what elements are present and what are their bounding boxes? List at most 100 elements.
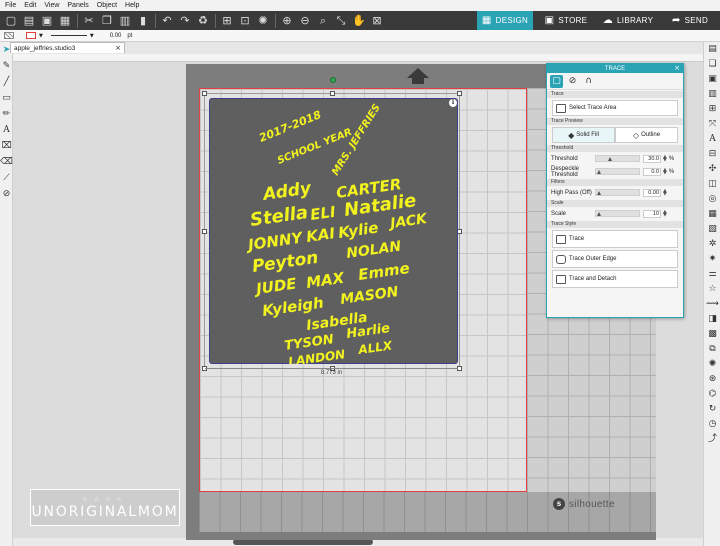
knife-panel-icon[interactable]: ⚌ — [704, 267, 720, 282]
eyedropper-icon[interactable]: ⊘ — [566, 75, 579, 88]
tab-design[interactable]: ▦ DESIGN — [477, 11, 533, 30]
plugin-icon[interactable]: ⌬ — [704, 387, 720, 402]
gear-icon[interactable]: ✲ — [704, 237, 720, 252]
align-icon[interactable]: ⊞ — [704, 102, 720, 117]
knife-icon[interactable]: ⟋ — [0, 170, 13, 186]
slider-knob[interactable] — [597, 170, 601, 174]
line-color-icon[interactable]: ▧ — [704, 222, 720, 237]
trace-button[interactable]: Trace — [552, 230, 678, 248]
slider-knob[interactable] — [597, 191, 601, 195]
menu-file[interactable]: File — [5, 2, 16, 9]
cut-icon[interactable]: ✂ — [82, 14, 96, 28]
line-color-swatch[interactable] — [26, 32, 36, 39]
resize-handle-top-right[interactable] — [457, 91, 462, 96]
trace-panel-header[interactable]: TRACE × — [547, 64, 683, 73]
fill-swatch[interactable] — [4, 32, 14, 39]
share-icon[interactable]: ⤴ — [704, 432, 720, 447]
replicate-icon[interactable]: ♻ — [196, 14, 210, 28]
offset-icon[interactable]: ◎ — [704, 192, 720, 207]
scale-slider[interactable] — [595, 210, 640, 217]
line-tool-icon[interactable]: ╱ — [0, 74, 13, 90]
outline-option[interactable]: ◇ Outline — [615, 127, 678, 143]
eraser-icon[interactable]: ⌫ — [0, 154, 13, 170]
page-setup-icon[interactable]: ▣ — [704, 72, 720, 87]
menu-help[interactable]: Help — [125, 2, 139, 9]
modify-icon[interactable]: ◫ — [704, 177, 720, 192]
zoom-in-icon[interactable]: ⊕ — [280, 14, 294, 28]
spinner-icon[interactable]: ▲ ▼ — [663, 154, 667, 162]
rotation-handle[interactable] — [330, 77, 336, 83]
history-icon[interactable]: ◷ — [704, 417, 720, 432]
fill-tool-icon[interactable]: ⌧ — [0, 138, 13, 154]
pencil-icon[interactable]: ✏ — [0, 106, 13, 122]
resize-handle-left[interactable] — [202, 229, 207, 234]
close-icon[interactable]: × — [674, 64, 680, 73]
spinner-icon[interactable]: ▲ ▼ — [663, 209, 667, 217]
font-icon[interactable]: A — [704, 132, 720, 147]
chevron-down-icon[interactable]: ▼ — [90, 33, 94, 39]
tab-store[interactable]: ▣ STORE — [537, 11, 595, 30]
close-icon[interactable]: × — [115, 44, 121, 52]
open-folder-icon[interactable]: ▤ — [22, 14, 36, 28]
document-tab[interactable]: apple_jeffries.studio3 × — [10, 42, 125, 53]
chevron-down-icon[interactable]: ▼ — [39, 33, 43, 39]
slider-knob[interactable] — [608, 157, 613, 161]
new-file-icon[interactable]: ▢ — [4, 14, 18, 28]
grid-icon[interactable]: ▩ — [704, 327, 720, 342]
spinner-icon[interactable]: ▲ ▼ — [663, 167, 667, 175]
slider-knob[interactable] — [597, 212, 601, 216]
despeckle-slider[interactable] — [595, 168, 640, 175]
layers-icon[interactable]: ⧉ — [704, 342, 720, 357]
select-all-icon[interactable]: ⊡ — [238, 14, 252, 28]
eyedropper-icon[interactable]: ⊘ — [0, 186, 13, 202]
undo-icon[interactable]: ↶ — [160, 14, 174, 28]
zoom-out-icon[interactable]: ⊖ — [298, 14, 312, 28]
tab-library[interactable]: ☁ LIBRARY — [597, 11, 659, 30]
library-icon[interactable]: ▤ — [704, 42, 720, 57]
trace-and-detach-button[interactable]: Trace and Detach — [552, 270, 678, 288]
threshold-input[interactable]: 30.0 — [643, 154, 661, 163]
zoom-drag-icon[interactable]: ⤡ — [334, 14, 348, 28]
zoom-selection-icon[interactable]: ⌕ — [316, 14, 330, 28]
print-cut-icon[interactable]: ⊛ — [704, 372, 720, 387]
refresh-icon[interactable]: ↻ — [704, 402, 720, 417]
weld-icon[interactable]: ◨ — [704, 312, 720, 327]
point-edit-icon[interactable]: ✎ — [0, 58, 13, 74]
line-width-input[interactable]: 0.00 — [110, 33, 122, 39]
print-icon[interactable]: ▦ — [58, 14, 72, 28]
menu-panels[interactable]: Panels — [67, 2, 88, 9]
cut-settings-icon[interactable]: ⟿ — [704, 297, 720, 312]
transform-icon[interactable]: ⤧ — [704, 117, 720, 132]
high-pass-slider[interactable] — [595, 189, 640, 196]
rectangle-tool-icon[interactable]: ▭ — [0, 90, 13, 106]
spinner-icon[interactable]: ▲ ▼ — [663, 188, 667, 196]
pan-hand-icon[interactable]: ✋ — [352, 14, 366, 28]
trace-outer-edge-button[interactable]: Trace Outer Edge — [552, 250, 678, 268]
menu-view[interactable]: View — [44, 2, 59, 9]
tab-send[interactable]: ➦ SEND — [661, 11, 719, 30]
trace-tool-icon[interactable]: ✺ — [256, 14, 270, 28]
star-icon[interactable]: ☆ — [704, 282, 720, 297]
magnet-icon[interactable]: ∩ — [582, 75, 595, 88]
save-icon[interactable]: ▣ — [40, 14, 54, 28]
menu-object[interactable]: Object — [97, 2, 117, 9]
solid-fill-option[interactable]: ◆ Solid Fill — [552, 127, 615, 143]
scale-input[interactable]: 10 — [643, 209, 661, 218]
select-trace-area-button[interactable]: Select Trace Area — [552, 100, 678, 116]
delete-icon[interactable]: ▮ — [136, 14, 150, 28]
replicate-panel-icon[interactable]: ✣ — [704, 162, 720, 177]
copy-icon[interactable]: ❐ — [100, 14, 114, 28]
shapes-icon[interactable]: ❏ — [704, 57, 720, 72]
line-style-selector[interactable] — [50, 35, 87, 36]
fill-color-icon[interactable]: ▦ — [704, 207, 720, 222]
text-style-icon[interactable]: ▥ — [704, 87, 720, 102]
threshold-slider[interactable] — [595, 155, 640, 162]
fit-to-page-icon[interactable]: ⊠ — [370, 14, 384, 28]
redo-icon[interactable]: ↷ — [178, 14, 192, 28]
text-tool-icon[interactable]: A — [0, 122, 13, 138]
trace-panel-icon[interactable]: ✺ — [704, 357, 720, 372]
high-pass-input[interactable]: 0.00 — [643, 188, 661, 197]
effects-icon[interactable]: ✷ — [704, 252, 720, 267]
arrange-icon[interactable]: ⊟ — [704, 147, 720, 162]
trace-tab-icon[interactable]: ▢ — [550, 74, 563, 88]
